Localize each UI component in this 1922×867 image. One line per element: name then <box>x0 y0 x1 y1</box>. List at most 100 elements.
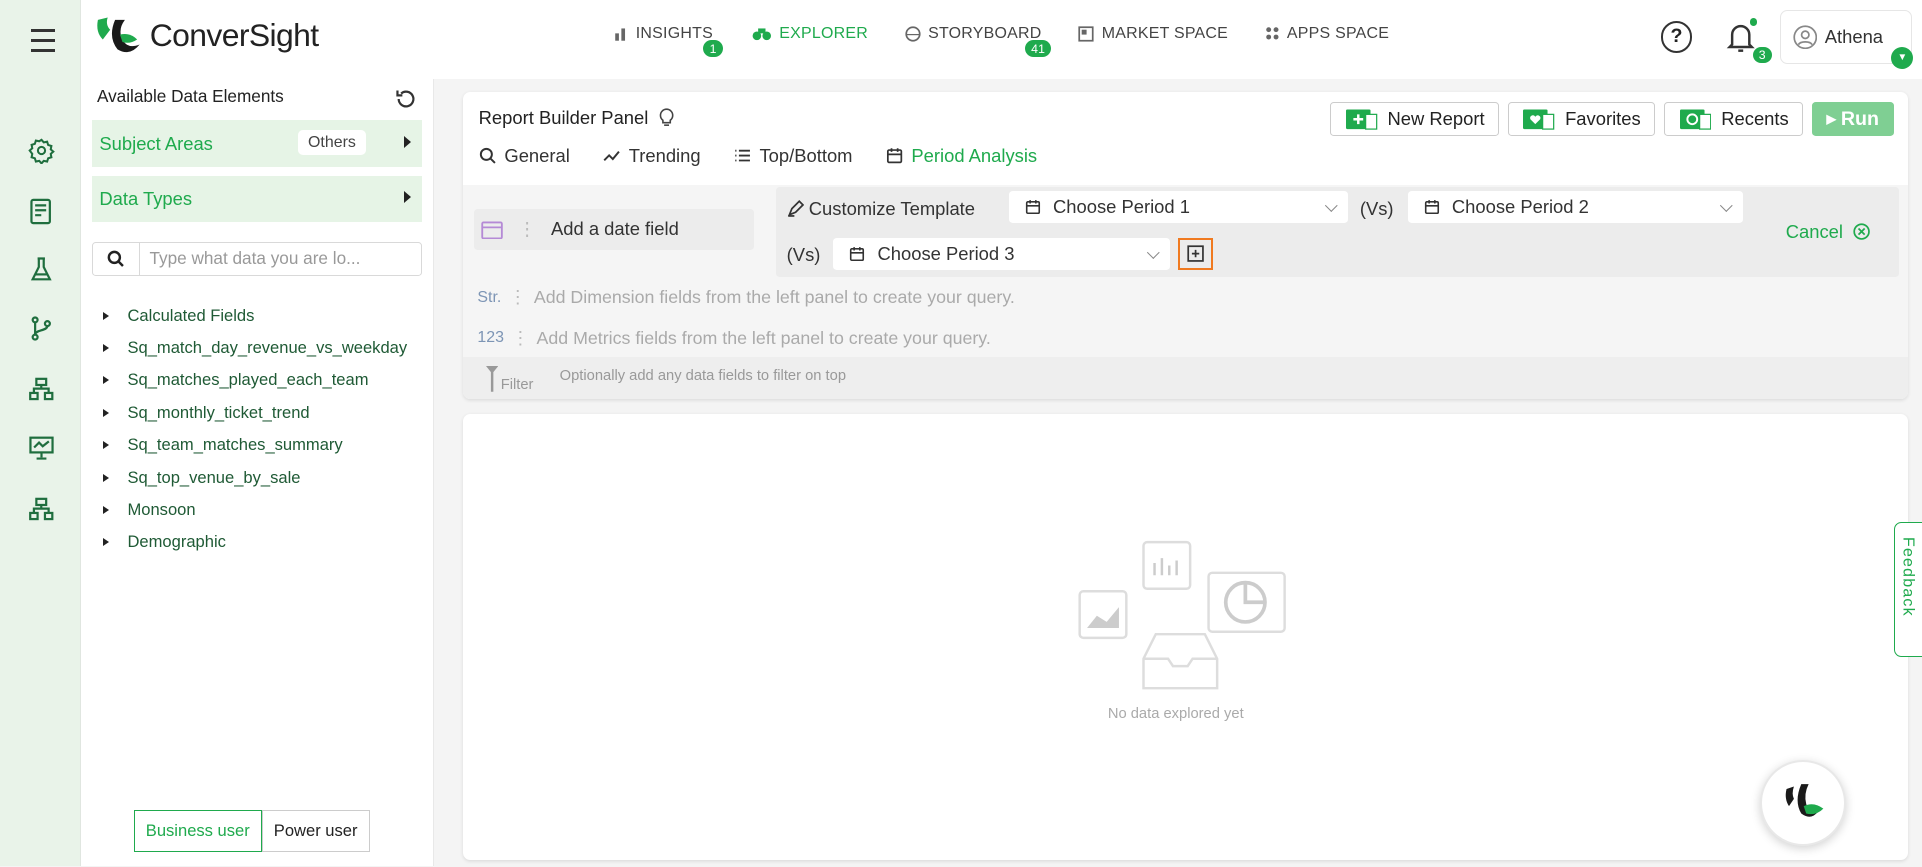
menu-icon[interactable] <box>30 29 56 52</box>
drag-handle-icon: ⋮ <box>517 218 537 240</box>
nav-tab-storyboard[interactable]: STORYBOARD 41 <box>905 25 1052 57</box>
filter-drop-zone[interactable]: Filter Optionally add any data fields to… <box>462 357 1909 399</box>
customize-template[interactable]: Customize Template <box>787 198 975 220</box>
close-circle-icon <box>1853 223 1870 241</box>
filter-icon <box>486 365 499 392</box>
tab-general[interactable]: General <box>479 145 570 167</box>
report-builder-actions: New Report Favorites Recents ▶ Run <box>1330 101 1894 137</box>
caret-right-icon <box>103 505 109 514</box>
period-2-select[interactable]: Choose Period 2 <box>1407 191 1743 224</box>
chatbot-button[interactable] <box>1759 759 1846 846</box>
nav-tab-explorer[interactable]: EXPLORER <box>752 25 868 43</box>
tab-period-analysis[interactable]: Period Analysis <box>886 145 1037 167</box>
period-3-value: Choose Period 3 <box>877 243 1015 265</box>
vs-label: (Vs) <box>786 244 821 266</box>
favorites-button[interactable]: Favorites <box>1507 101 1656 137</box>
tree-item[interactable]: Sq_top_venue_by_sale <box>101 461 408 493</box>
tree-item[interactable]: Sq_match_day_revenue_vs_weekday <box>101 332 407 364</box>
nav-tab-insights[interactable]: INSIGHTS 1 <box>614 24 723 57</box>
subject-areas-label: Subject Areas <box>99 132 213 154</box>
tab-label: Trending <box>628 144 701 166</box>
data-types-section[interactable]: Data Types <box>92 175 423 223</box>
tab-label: General <box>504 144 570 166</box>
filter-hint: Optionally add any data fields to filter… <box>559 368 847 385</box>
lab-flask-icon[interactable] <box>27 255 56 284</box>
cancel-label: Cancel <box>1785 220 1843 242</box>
new-report-icon <box>1345 109 1378 130</box>
search-input[interactable] <box>139 248 410 270</box>
user-mode-toggle: Business user Power user <box>133 810 370 852</box>
period-1-select[interactable]: Choose Period 1 <box>1008 191 1348 224</box>
list-icon <box>734 149 750 162</box>
lightbulb-icon[interactable] <box>658 108 675 128</box>
period-template: Customize Template Choose Period 1 (Vs) … <box>775 186 1899 278</box>
subject-area-pill[interactable]: Others <box>298 130 366 156</box>
empty-state-illustration <box>1078 541 1287 690</box>
recents-label: Recents <box>1721 108 1789 130</box>
subject-areas-section[interactable]: Subject Areas Others <box>92 120 423 167</box>
binoculars-icon <box>752 28 772 41</box>
data-types-label: Data Types <box>99 187 193 209</box>
pen-icon <box>787 199 804 217</box>
new-report-button[interactable]: New Report <box>1330 101 1500 137</box>
drag-handle-icon: ⋮ <box>508 287 527 308</box>
nav-tab-apps-space[interactable]: APPS SPACE <box>1265 25 1389 43</box>
nav-tab-label: APPS SPACE <box>1286 24 1390 42</box>
data-element-tree: Calculated Fields Sq_match_day_revenue_v… <box>101 299 408 558</box>
tree-item[interactable]: Monsoon <box>101 494 408 526</box>
search-icon <box>479 148 496 164</box>
dimension-drop-zone[interactable]: Str. ⋮ Add Dimension fields from the lef… <box>477 287 1014 308</box>
main-nav: INSIGHTS 1 EXPLORER STORYBOARD 41 MARKET… <box>614 24 1426 57</box>
tree-item[interactable]: Demographic <box>101 526 408 558</box>
chatbot-logo-icon <box>1785 783 1824 817</box>
feedback-tab[interactable]: Feedback <box>1893 521 1922 657</box>
caret-right-icon <box>103 344 109 353</box>
hierarchy-icon[interactable] <box>27 374 56 403</box>
caret-right-icon <box>103 473 109 482</box>
nav-tab-market-space[interactable]: MARKET SPACE <box>1078 25 1228 43</box>
business-user-button[interactable]: Business user <box>133 810 262 852</box>
favorites-label: Favorites <box>1565 108 1641 130</box>
date-field-label: Add a date field <box>550 218 679 240</box>
report-icon[interactable] <box>27 196 56 225</box>
nav-tab-label: INSIGHTS <box>635 24 713 42</box>
cancel-button[interactable]: Cancel <box>1786 221 1870 243</box>
tree-item-label: Sq_monthly_ticket_trend <box>127 402 310 422</box>
git-branch-icon[interactable] <box>27 314 56 343</box>
insights-badge: 1 <box>703 40 723 57</box>
power-user-button[interactable]: Power user <box>261 810 370 852</box>
add-date-field[interactable]: ⋮ Add a date field <box>473 208 754 251</box>
caret-right-icon <box>103 408 109 417</box>
report-builder-title-text: Report Builder Panel <box>478 106 649 128</box>
caret-right-icon <box>103 311 109 320</box>
filter-label: Filter <box>486 365 533 393</box>
refresh-icon[interactable] <box>395 88 417 110</box>
chevron-down-icon[interactable]: ▼ <box>1891 46 1914 69</box>
settings-icon[interactable] <box>27 136 56 165</box>
conversight-logo[interactable]: ConverSight <box>93 15 319 57</box>
recents-icon <box>1679 109 1711 130</box>
run-button[interactable]: ▶ Run <box>1811 101 1894 137</box>
caret-right-icon <box>404 191 411 204</box>
tab-trending[interactable]: Trending <box>603 145 701 167</box>
panel-title: Available Data Elements <box>96 85 284 106</box>
presentation-icon[interactable] <box>27 433 56 462</box>
tree-item[interactable]: Sq_monthly_ticket_trend <box>101 397 408 429</box>
help-icon[interactable]: ? <box>1660 20 1693 53</box>
org-chart-icon[interactable] <box>27 495 56 524</box>
metrics-drop-zone[interactable]: 123 ⋮ Add Metrics fields from the left p… <box>477 328 990 349</box>
add-period-button[interactable] <box>1178 238 1213 270</box>
tab-top-bottom[interactable]: Top/Bottom <box>734 145 853 167</box>
period-3-select[interactable]: Choose Period 3 <box>833 238 1170 270</box>
report-builder-panel: Report Builder Panel New Report Favorite… <box>462 92 1909 399</box>
tree-item-label: Sq_top_venue_by_sale <box>127 467 301 487</box>
tree-item[interactable]: Sq_team_matches_summary <box>101 429 408 461</box>
recents-button[interactable]: Recents <box>1663 101 1804 137</box>
notification-badge: 3 <box>1752 46 1772 64</box>
tree-item[interactable]: Calculated Fields <box>101 299 408 331</box>
empty-state-text: No data explored yet <box>1107 705 1244 722</box>
caret-right-icon <box>103 376 109 385</box>
builder-tabs: General Trending Top/Bottom Period Analy… <box>479 145 1037 167</box>
tree-item[interactable]: Sq_matches_played_each_team <box>101 364 408 396</box>
calendar-icon <box>481 221 503 239</box>
